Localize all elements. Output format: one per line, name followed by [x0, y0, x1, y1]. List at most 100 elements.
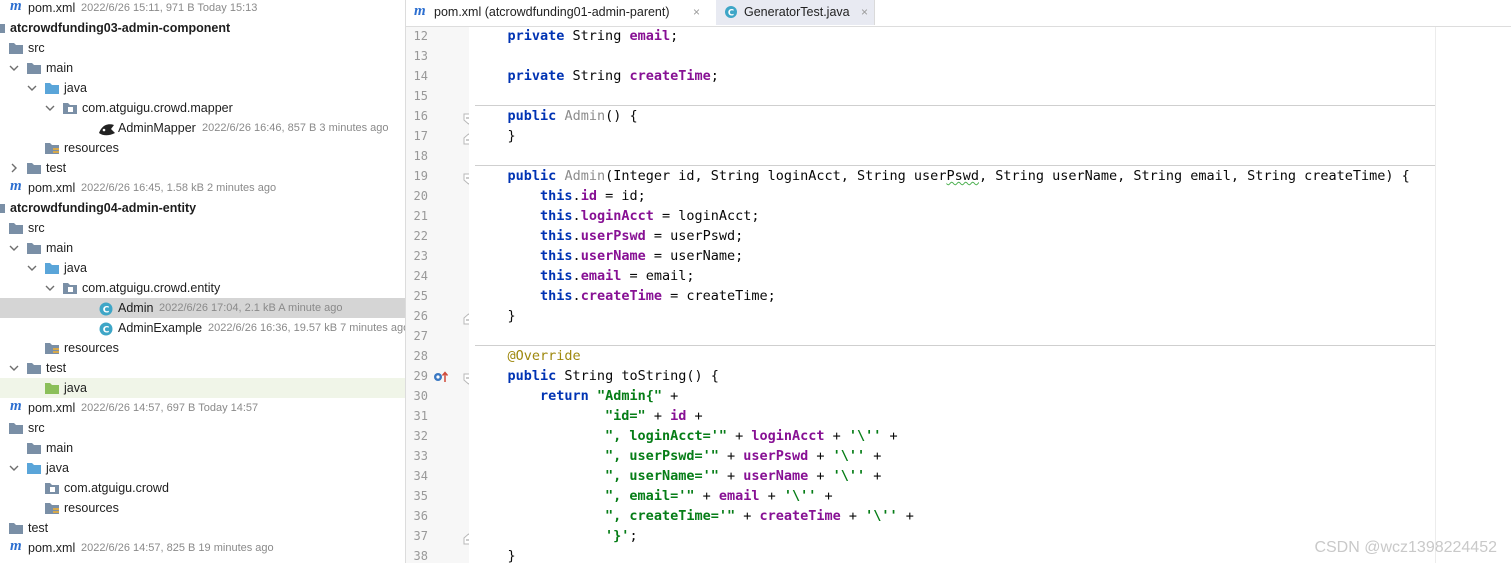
code-token: +: [759, 488, 784, 504]
code-token: String toString() {: [556, 368, 719, 384]
gutter-line: 27: [406, 326, 469, 346]
chevron-down-icon[interactable]: [9, 58, 19, 78]
code-line: return "Admin{" +: [469, 386, 1511, 406]
line-number: 27: [413, 329, 428, 343]
tree-node[interactable]: java: [0, 258, 405, 278]
line-number: 30: [413, 389, 428, 403]
code-token: this: [540, 248, 573, 264]
code-token: = loginAcct;: [653, 208, 760, 224]
line-number: 36: [413, 509, 428, 523]
tree-node[interactable]: m pom.xml 2022/6/26 15:11, 971 B Today 15:…: [0, 0, 405, 18]
gutter-line: 23: [406, 246, 469, 266]
code-line: public String toString() {: [469, 366, 1511, 386]
tree-node[interactable]: resources: [0, 138, 405, 158]
tree-node-meta: 2022/6/26 14:57, 697 B Today 14:57: [81, 402, 259, 414]
maven-m-icon: m: [10, 0, 22, 14]
tree-node-meta: 2022/6/26 16:46, 857 B 3 minutes ago: [202, 122, 389, 134]
tree-node[interactable]: java: [0, 78, 405, 98]
chevron-down-icon[interactable]: [27, 258, 37, 278]
gutter-line: 25: [406, 286, 469, 306]
code-line: "id=" + id +: [469, 406, 1511, 426]
tree-node[interactable]: C AdminExample 2022/6/26 16:36, 19.57 kB 7…: [0, 318, 405, 338]
tree-node[interactable]: m pom.xml 2022/6/26 14:57, 825 B 19 minute…: [0, 538, 405, 558]
line-number: 20: [413, 189, 428, 203]
tree-node-label: test: [46, 361, 67, 375]
code-token: createTime: [759, 508, 841, 524]
chevron-down-icon[interactable]: [45, 278, 55, 298]
tree-node[interactable]: main: [0, 58, 405, 78]
code-token: = userPswd;: [645, 228, 744, 244]
tree-node[interactable]: com.atguigu.crowd.mapper: [0, 98, 405, 118]
folder-icon: [8, 38, 24, 58]
chevron-down-icon[interactable]: [9, 458, 19, 478]
editor-tab[interactable]: m pom.xml (atcrowdfunding01-admin-parent)…: [406, 0, 706, 25]
folder-icon: [26, 158, 42, 178]
line-number: 33: [413, 449, 428, 463]
tree-node[interactable]: test: [0, 518, 405, 538]
code-token: this: [540, 228, 573, 244]
line-number: 31: [413, 409, 428, 423]
tree-node[interactable]: java: [0, 458, 405, 478]
tree-node[interactable]: com.atguigu.crowd.entity: [0, 278, 405, 298]
line-number: 26: [413, 309, 428, 323]
maven-m-icon: m: [414, 3, 426, 19]
code-token: () {: [605, 108, 638, 124]
chevron-down-icon[interactable]: [9, 358, 19, 378]
code-token: private: [507, 68, 565, 84]
editor-tab[interactable]: C GeneratorTest.java ×: [716, 0, 875, 25]
tree-node[interactable]: resources: [0, 498, 405, 518]
tab-label: GeneratorTest.java: [744, 5, 850, 19]
tree-node[interactable]: src: [0, 418, 405, 438]
tree-node[interactable]: main: [0, 438, 405, 458]
code-token: id: [670, 408, 687, 424]
code-token: = email;: [621, 268, 695, 284]
tree-node[interactable]: java: [0, 378, 405, 398]
code-editor[interactable]: private String email; private String cre…: [469, 27, 1511, 564]
tree-node[interactable]: AdminMapper 2022/6/26 16:46, 857 B 3 minu…: [0, 118, 405, 138]
tree-node[interactable]: com.atguigu.crowd: [0, 478, 405, 498]
line-number: 32: [413, 429, 428, 443]
tree-node[interactable]: resources: [0, 338, 405, 358]
project-tree[interactable]: m pom.xml 2022/6/26 15:11, 971 B Today 15:…: [0, 0, 405, 563]
tree-node[interactable]: m pom.xml 2022/6/26 14:57, 697 B Today 14:…: [0, 398, 405, 418]
code-token: email: [629, 28, 671, 44]
tree-node[interactable]: m pom.xml 2022/6/26 16:45, 1.58 kB 2 minut…: [0, 178, 405, 198]
code-token: }: [475, 128, 516, 144]
code-token: +: [840, 508, 866, 524]
resources-folder-icon: [44, 498, 60, 518]
tab-close-icon[interactable]: ×: [861, 0, 868, 25]
tree-node[interactable]: atcrowdfunding03-admin-component: [0, 18, 405, 38]
code-token: +: [661, 388, 679, 404]
maven-m-icon: m: [10, 538, 22, 554]
code-line: }: [469, 126, 1511, 146]
folder-icon: [26, 438, 42, 458]
tree-node[interactable]: src: [0, 218, 405, 238]
chevron-down-icon[interactable]: [45, 98, 55, 118]
line-number: 13: [413, 49, 428, 63]
test-folder-icon: [44, 378, 60, 398]
gutter-line: 36: [406, 506, 469, 526]
chevron-down-icon[interactable]: [27, 78, 37, 98]
code-token: .: [572, 228, 581, 244]
tree-node[interactable]: src: [0, 38, 405, 58]
tree-node[interactable]: atcrowdfunding04-admin-entity: [0, 198, 405, 218]
folder-icon: [8, 518, 24, 538]
chevron-down-icon[interactable]: [9, 238, 19, 258]
tree-node[interactable]: test: [0, 358, 405, 378]
tree-node[interactable]: test: [0, 158, 405, 178]
folder-icon: [26, 238, 42, 258]
tree-node[interactable]: C Admin 2022/6/26 17:04, 2.1 kB A minute a…: [0, 298, 405, 318]
code-token: }: [475, 548, 516, 564]
chevron-right-icon[interactable]: [9, 158, 19, 178]
watermark: CSDN @wcz1398224452: [1314, 539, 1497, 556]
tree-node-label: atcrowdfunding03-admin-component: [10, 21, 231, 35]
tree-node[interactable]: main: [0, 238, 405, 258]
code-token: = id;: [596, 188, 646, 204]
tab-close-icon[interactable]: ×: [693, 0, 700, 25]
